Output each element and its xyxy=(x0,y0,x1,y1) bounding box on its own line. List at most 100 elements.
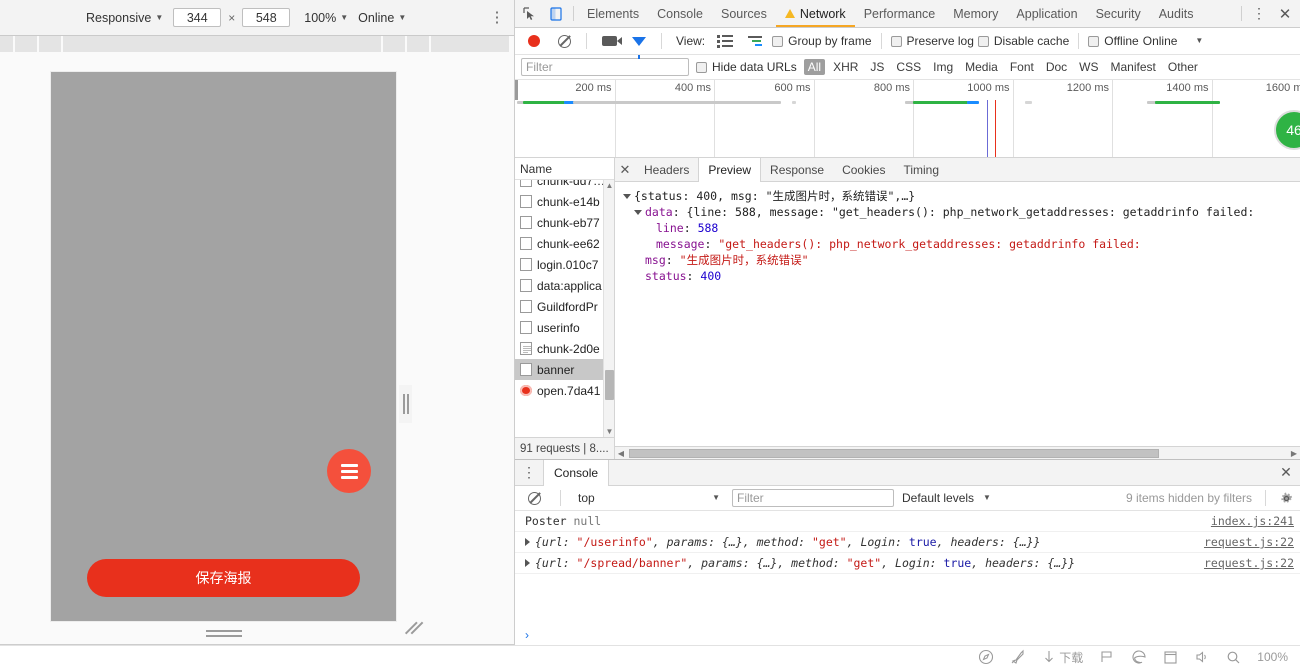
detail-tab-cookies[interactable]: Cookies xyxy=(833,158,894,181)
inspect-element-icon[interactable] xyxy=(517,0,543,27)
resource-filter-all[interactable]: All xyxy=(803,59,826,75)
resource-filter-css[interactable]: CSS xyxy=(892,59,925,75)
console-message-row[interactable]: {url: "/userinfo", params: {…}, method: … xyxy=(515,532,1300,553)
drawer-tab-console[interactable]: Console xyxy=(543,460,610,486)
viewport-corner-resize-handle[interactable] xyxy=(400,621,424,642)
network-overview-timeline[interactable]: 200 ms 400 ms 600 ms 800 ms 1000 ms 1200 ms 14… xyxy=(515,80,1300,158)
clear-icon[interactable] xyxy=(551,34,577,48)
console-prompt[interactable]: › xyxy=(515,624,1300,645)
search-icon[interactable] xyxy=(1226,650,1241,665)
scroll-down-icon[interactable]: ▼ xyxy=(604,426,614,437)
edge-icon[interactable] xyxy=(1131,649,1147,665)
hide-data-urls-checkbox[interactable]: Hide data URLs xyxy=(696,60,797,74)
compass-icon[interactable] xyxy=(978,649,994,665)
resource-filter-js[interactable]: JS xyxy=(866,59,888,75)
expand-triangle-icon[interactable] xyxy=(525,538,530,546)
console-levels-select[interactable]: Default levels ▼ xyxy=(902,491,991,505)
request-row[interactable]: userinfo xyxy=(515,317,614,338)
devtools-close-icon[interactable]: ✕ xyxy=(1272,0,1298,27)
preserve-log-checkbox[interactable]: Preserve log xyxy=(890,34,974,48)
speaker-icon[interactable] xyxy=(1194,649,1210,665)
expand-triangle-icon[interactable] xyxy=(634,210,642,215)
request-row[interactable]: data:applica xyxy=(515,275,614,296)
devtools-more-icon[interactable]: ⋮ xyxy=(1246,0,1272,27)
expand-triangle-icon[interactable] xyxy=(623,194,631,199)
resource-filter-ws[interactable]: WS xyxy=(1075,59,1102,75)
window-icon[interactable] xyxy=(1163,650,1178,665)
clear-console-icon[interactable] xyxy=(521,491,547,505)
request-list-scrollbar[interactable]: ▲ ▼ xyxy=(603,180,614,437)
resource-filter-other[interactable]: Other xyxy=(1164,59,1202,75)
console-source-link[interactable]: index.js:241 xyxy=(1211,514,1294,528)
flag-icon[interactable] xyxy=(1099,649,1115,665)
devtools-tab-network[interactable]: Network xyxy=(776,0,855,27)
funnel-icon[interactable] xyxy=(626,36,652,59)
devtools-tab-performance[interactable]: Performance xyxy=(855,0,945,27)
download-icon[interactable]: 下载 xyxy=(1042,649,1083,666)
devtools-tab-elements[interactable]: Elements xyxy=(578,0,648,27)
devtools-tab-memory[interactable]: Memory xyxy=(944,0,1007,27)
throttle-select[interactable]: Online ▼ xyxy=(358,11,406,25)
rocket-icon[interactable] xyxy=(1010,649,1026,665)
devtools-tab-sources[interactable]: Sources xyxy=(712,0,776,27)
scroll-left-icon[interactable]: ◀ xyxy=(615,447,627,460)
device-toolbar-menu-icon[interactable]: ⋮ xyxy=(488,10,506,25)
request-row[interactable]: chunk-ee62 xyxy=(515,233,614,254)
detail-close-icon[interactable]: ✕ xyxy=(615,158,635,181)
request-row[interactable]: banner xyxy=(515,359,614,380)
viewport-height-input[interactable] xyxy=(242,8,291,27)
device-toolbar-icon[interactable] xyxy=(543,0,569,27)
preview-json-viewer[interactable]: {status: 400, msg: "生成图片时，系统错误",…} data: … xyxy=(615,182,1300,446)
devtools-tab-security[interactable]: Security xyxy=(1087,0,1150,27)
detail-tab-response[interactable]: Response xyxy=(761,158,833,181)
group-by-frame-checkbox[interactable]: Group by frame xyxy=(772,34,872,48)
network-filter-input[interactable] xyxy=(521,58,689,76)
network-throttle-select[interactable]: Online ▼ xyxy=(1143,34,1204,48)
request-row[interactable]: chunk-eb77 xyxy=(515,212,614,233)
save-poster-button[interactable]: 保存海报 xyxy=(87,559,360,597)
console-filter-input[interactable] xyxy=(732,489,894,507)
console-message-row[interactable]: {url: "/spread/banner", params: {…}, met… xyxy=(515,553,1300,574)
request-row[interactable]: chunk-2d0e xyxy=(515,338,614,359)
request-name-column-header[interactable]: Name xyxy=(515,158,614,180)
device-select[interactable]: Responsive ▼ xyxy=(86,11,163,25)
resource-filter-font[interactable]: Font xyxy=(1006,59,1038,75)
console-source-link[interactable]: request.js:22 xyxy=(1204,535,1294,549)
request-row[interactable]: chunk-e14b xyxy=(515,191,614,212)
disable-cache-checkbox[interactable]: Disable cache xyxy=(977,34,1069,48)
camera-icon[interactable] xyxy=(596,36,622,46)
console-context-select[interactable]: top ▼ xyxy=(574,489,724,507)
devtools-tab-console[interactable]: Console xyxy=(648,0,712,27)
waterfall-view-icon[interactable] xyxy=(742,36,768,46)
console-message-row[interactable]: Poster null index.js:241 xyxy=(515,511,1300,532)
scrollbar-thumb[interactable] xyxy=(605,370,614,400)
viewport-width-resize-handle[interactable] xyxy=(399,385,412,423)
record-icon[interactable] xyxy=(521,35,547,47)
preview-horizontal-scrollbar[interactable]: ◀ ▶ xyxy=(615,446,1300,459)
scroll-right-icon[interactable]: ▶ xyxy=(1288,447,1300,460)
devtools-tab-application[interactable]: Application xyxy=(1007,0,1086,27)
console-source-link[interactable]: request.js:22 xyxy=(1204,556,1294,570)
resource-filter-xhr[interactable]: XHR xyxy=(829,59,862,75)
drawer-close-icon[interactable]: ✕ xyxy=(1272,460,1300,485)
request-row[interactable]: chunk-dd7… xyxy=(515,180,614,191)
detail-tab-timing[interactable]: Timing xyxy=(894,158,948,181)
console-message-list[interactable]: Poster null index.js:241 {url: "/userinfo"… xyxy=(515,511,1300,624)
zoom-select[interactable]: 100% ▼ xyxy=(304,11,348,25)
resource-filter-media[interactable]: Media xyxy=(961,59,1002,75)
viewport-width-input[interactable] xyxy=(173,8,222,27)
request-row[interactable]: login.010c7 xyxy=(515,254,614,275)
drawer-menu-icon[interactable]: ⋮ xyxy=(515,460,543,485)
request-row[interactable]: GuildfordPr xyxy=(515,296,614,317)
scroll-up-icon[interactable]: ▲ xyxy=(604,180,614,191)
devtools-tab-audits[interactable]: Audits xyxy=(1150,0,1203,27)
detail-tab-headers[interactable]: Headers xyxy=(635,158,698,181)
detail-tab-preview[interactable]: Preview xyxy=(698,158,762,182)
list-view-icon[interactable] xyxy=(712,35,738,48)
resource-filter-manifest[interactable]: Manifest xyxy=(1107,59,1160,75)
browser-zoom-level[interactable]: 100% xyxy=(1257,650,1288,664)
floating-action-button[interactable] xyxy=(327,449,371,493)
scrollbar-thumb[interactable] xyxy=(629,449,1159,458)
gear-icon[interactable] xyxy=(1279,491,1294,506)
device-viewport[interactable]: 保存海报 xyxy=(51,72,396,621)
